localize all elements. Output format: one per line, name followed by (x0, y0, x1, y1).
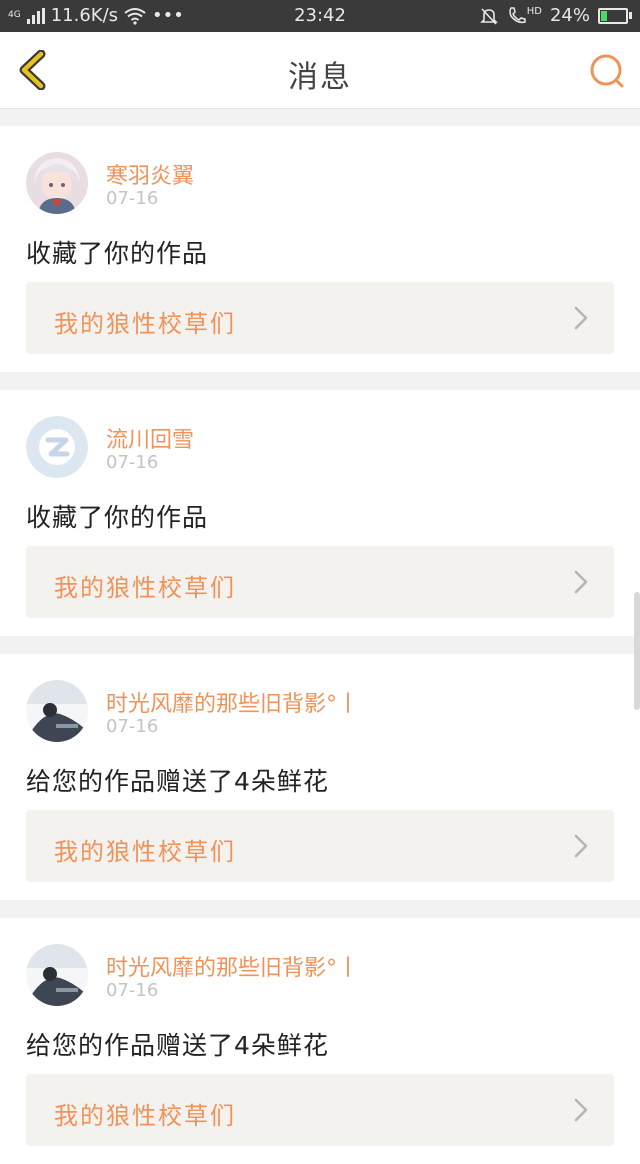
message-card: 寒羽炎翼 07-16 收藏了你的作品 我的狼性校草们 (0, 126, 640, 372)
status-bar: 4G 11.6K/s ••• 23:42 HD 24% (0, 0, 640, 32)
sender-name[interactable]: 时光风靡的那些旧背影°丨 (106, 686, 359, 718)
chevron-right-icon (574, 570, 588, 594)
user-avatar-default[interactable] (26, 416, 88, 478)
work-link[interactable]: 我的狼性校草们 (26, 282, 614, 354)
scrollbar[interactable] (634, 592, 640, 710)
page-title: 消息 (288, 60, 352, 95)
work-title: 我的狼性校草们 (54, 310, 236, 338)
hd-label: HD (526, 6, 542, 17)
message-date: 07-16 (106, 716, 159, 737)
chevron-right-icon (574, 306, 588, 330)
message-text: 收藏了你的作品 (26, 239, 209, 268)
sender-name[interactable]: 寒羽炎翼 (106, 158, 194, 190)
user-avatar-photo[interactable] (26, 944, 88, 1006)
message-date: 07-16 (106, 452, 159, 473)
work-link[interactable]: 我的狼性校草们 (26, 546, 614, 618)
work-title: 我的狼性校草们 (54, 838, 236, 866)
phone-hd-icon (509, 6, 526, 23)
message-date: 07-16 (106, 188, 159, 209)
mute-bell-icon (479, 7, 498, 25)
app-header: 消息 (0, 32, 640, 109)
work-link[interactable]: 我的狼性校草们 (26, 810, 614, 882)
battery-icon (598, 7, 632, 24)
message-text: 给您的作品赠送了4朵鲜花 (26, 767, 329, 796)
message-text: 收藏了你的作品 (26, 503, 209, 532)
user-avatar-anime[interactable] (26, 152, 88, 214)
search-icon[interactable] (588, 52, 626, 90)
message-card: 时光风靡的那些旧背影°丨 07-16 给您的作品赠送了4朵鲜花 我的狼性校草们 (0, 654, 640, 900)
chevron-right-icon (574, 1098, 588, 1122)
work-title: 我的狼性校草们 (54, 1102, 236, 1130)
message-card: 时光风靡的那些旧背影°丨 07-16 给您的作品赠送了4朵鲜花 我的狼性校草们 (0, 918, 640, 1164)
message-date: 07-16 (106, 980, 159, 1001)
user-avatar-photo[interactable] (26, 680, 88, 742)
message-text: 给您的作品赠送了4朵鲜花 (26, 1031, 329, 1060)
work-link[interactable]: 我的狼性校草们 (26, 1074, 614, 1146)
sender-name[interactable]: 时光风靡的那些旧背影°丨 (106, 950, 359, 982)
battery-percent: 24% (549, 5, 590, 26)
sender-name[interactable]: 流川回雪 (106, 422, 194, 454)
message-card: 流川回雪 07-16 收藏了你的作品 我的狼性校草们 (0, 390, 640, 636)
chevron-right-icon (574, 834, 588, 858)
work-title: 我的狼性校草们 (54, 574, 236, 602)
